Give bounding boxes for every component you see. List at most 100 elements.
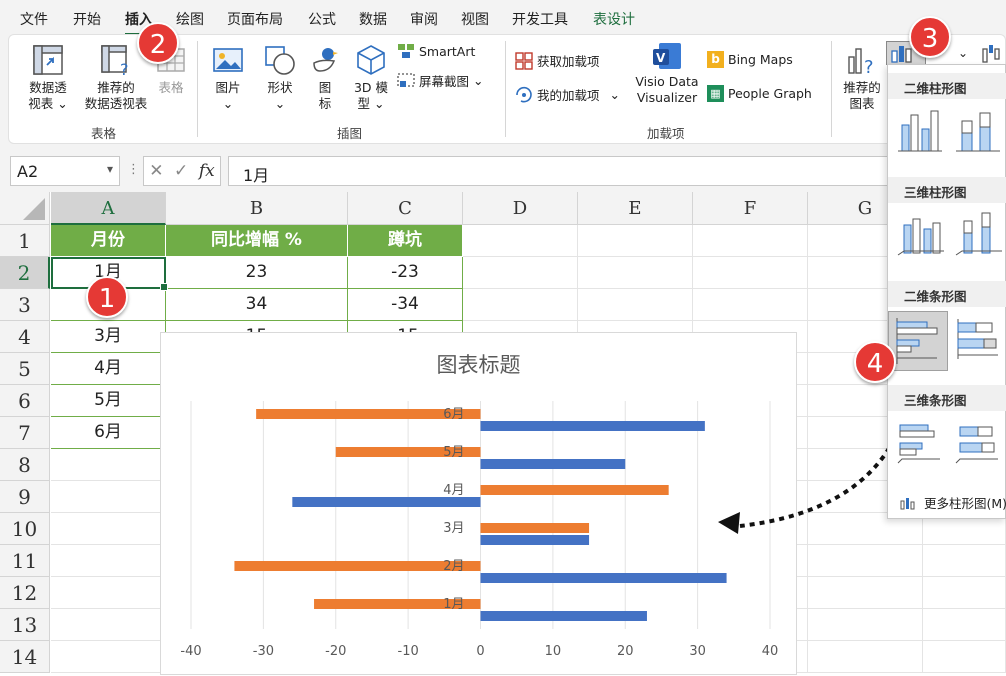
grid-cell[interactable]	[923, 609, 1006, 641]
header-cell-growth[interactable]: 同比增幅 %	[166, 225, 348, 257]
column-header-a[interactable]: A	[51, 192, 166, 225]
3d-stacked-bar-option[interactable]	[952, 417, 1004, 469]
grid-cell[interactable]	[51, 609, 166, 641]
grid-cell[interactable]	[693, 257, 808, 289]
column-header-b[interactable]: B	[166, 192, 348, 225]
screenshot-button[interactable]: 屏幕截图 ⌄	[397, 71, 484, 90]
tab-data[interactable]: 数据	[359, 9, 387, 29]
grid-cell[interactable]	[578, 257, 693, 289]
cell-a5[interactable]: 4月	[51, 353, 166, 385]
pictures-button[interactable]: 图片 ⌄	[207, 43, 249, 112]
people-graph-button[interactable]: ▦ People Graph	[707, 85, 812, 102]
grid-cell[interactable]	[923, 545, 1006, 577]
tab-home[interactable]: 开始	[73, 9, 101, 29]
column-header-f[interactable]: F	[693, 192, 808, 225]
cell-c3[interactable]: -34	[348, 289, 463, 321]
header-cell-month[interactable]: 月份	[51, 225, 166, 257]
row-header-5[interactable]: 5	[0, 353, 50, 385]
tab-developer[interactable]: 开发工具	[512, 9, 568, 29]
my-addins-button[interactable]: 我的加载项 ⌄	[515, 85, 620, 104]
screenshot-icon	[397, 72, 415, 87]
row-header-6[interactable]: 6	[0, 385, 50, 417]
grid-cell[interactable]	[463, 289, 578, 321]
icons-label2: 标	[318, 96, 332, 111]
grid-cell[interactable]	[808, 577, 923, 609]
row-header-11[interactable]: 11	[0, 545, 50, 577]
shapes-button[interactable]: 形状 ⌄	[259, 43, 301, 112]
insert-function-icon[interactable]: fx	[199, 161, 215, 181]
row-header-4[interactable]: 4	[0, 321, 50, 353]
bar-chart[interactable]: 图表标题 -40 -30 -20 -10 0 10 20 30 40 1月 2月 3月 4月 5月 6月	[160, 332, 797, 675]
get-addins-button[interactable]: 获取加载项	[515, 51, 600, 70]
bar-series1	[480, 535, 590, 545]
column-header-e[interactable]: E	[578, 192, 693, 225]
tab-formulas[interactable]: 公式	[308, 9, 336, 29]
3d-clustered-bar-option[interactable]	[894, 417, 946, 469]
group-separator	[505, 41, 506, 137]
tab-page-layout[interactable]: 页面布局	[227, 9, 283, 29]
cell-a6[interactable]: 5月	[51, 385, 166, 417]
row-header-8[interactable]: 8	[0, 449, 50, 481]
3d-clustered-column-option[interactable]	[894, 207, 946, 259]
row-header-3[interactable]: 3	[0, 289, 50, 321]
recommended-charts-button[interactable]: ? 推荐的 图表	[839, 43, 885, 112]
cell-b2[interactable]: 23	[166, 257, 348, 289]
column-header-c[interactable]: C	[348, 192, 463, 225]
grid-cell[interactable]	[51, 449, 166, 481]
grid-cell[interactable]	[51, 641, 166, 673]
cancel-icon[interactable]: ✕	[149, 161, 163, 181]
grid-cell[interactable]	[808, 641, 923, 673]
more-options-icon[interactable]: ⋮	[127, 162, 140, 177]
row-header-9[interactable]: 9	[0, 481, 50, 513]
grid-cell[interactable]	[923, 577, 1006, 609]
tab-review[interactable]: 审阅	[410, 9, 438, 29]
grid-cell[interactable]	[51, 513, 166, 545]
visio-data-visualizer-button[interactable]: V Visio Data Visualizer	[631, 41, 703, 106]
row-header-2[interactable]: 2	[0, 257, 50, 289]
grid-cell[interactable]	[463, 225, 578, 257]
cell-a7[interactable]: 6月	[51, 417, 166, 449]
clustered-column-option[interactable]	[894, 105, 946, 157]
more-column-charts-link[interactable]: 更多柱形图(M)...	[900, 493, 1006, 512]
row-header-12[interactable]: 12	[0, 577, 50, 609]
stacked-column-option[interactable]	[952, 105, 1004, 157]
grid-cell[interactable]	[463, 257, 578, 289]
header-cell-pit[interactable]: 蹲坑	[348, 225, 463, 257]
column-header-d[interactable]: D	[463, 192, 578, 225]
grid-cell[interactable]	[578, 289, 693, 321]
select-all-button[interactable]	[0, 192, 50, 225]
grid-cell[interactable]	[693, 225, 808, 257]
tab-file[interactable]: 文件	[20, 9, 48, 29]
row-header-10[interactable]: 10	[0, 513, 50, 545]
3d-stacked-column-option[interactable]	[952, 207, 1004, 259]
3d-models-button[interactable]: 3D 模 型 ⌄	[349, 43, 393, 112]
enter-icon[interactable]: ✓	[174, 161, 188, 181]
grid-cell[interactable]	[808, 609, 923, 641]
row-header-7[interactable]: 7	[0, 417, 50, 449]
row-header-14[interactable]: 14	[0, 641, 50, 673]
cell-b3[interactable]: 34	[166, 289, 348, 321]
smartart-button[interactable]: SmartArt	[397, 43, 475, 59]
grid-cell[interactable]	[51, 545, 166, 577]
name-box-dropdown-icon[interactable]: ▾	[107, 162, 113, 176]
bing-maps-button[interactable]: b Bing Maps	[707, 51, 793, 68]
grid-cell[interactable]	[51, 481, 166, 513]
pivot-table-button[interactable]: 数据透 视表 ⌄	[17, 43, 79, 112]
row-header-1[interactable]: 1	[0, 225, 50, 257]
grid-cell[interactable]	[693, 289, 808, 321]
grid-cell[interactable]	[923, 641, 1006, 673]
row-header-13[interactable]: 13	[0, 609, 50, 641]
insert-waterfall-chart-button[interactable]	[975, 41, 1006, 65]
clustered-bar-option[interactable]	[888, 311, 948, 371]
name-box[interactable]: A2 ▾	[10, 156, 120, 186]
tab-draw[interactable]: 绘图	[176, 9, 204, 29]
cell-a4[interactable]: 3月	[51, 321, 166, 353]
cell-c2[interactable]: -23	[348, 257, 463, 289]
tab-table-design[interactable]: 表设计	[593, 9, 635, 29]
icons-button[interactable]: 图 标	[307, 43, 343, 112]
grid-cell[interactable]	[578, 225, 693, 257]
grid-cell[interactable]	[808, 545, 923, 577]
stacked-bar-option[interactable]	[952, 313, 1004, 365]
tab-view[interactable]: 视图	[461, 9, 489, 29]
grid-cell[interactable]	[51, 577, 166, 609]
